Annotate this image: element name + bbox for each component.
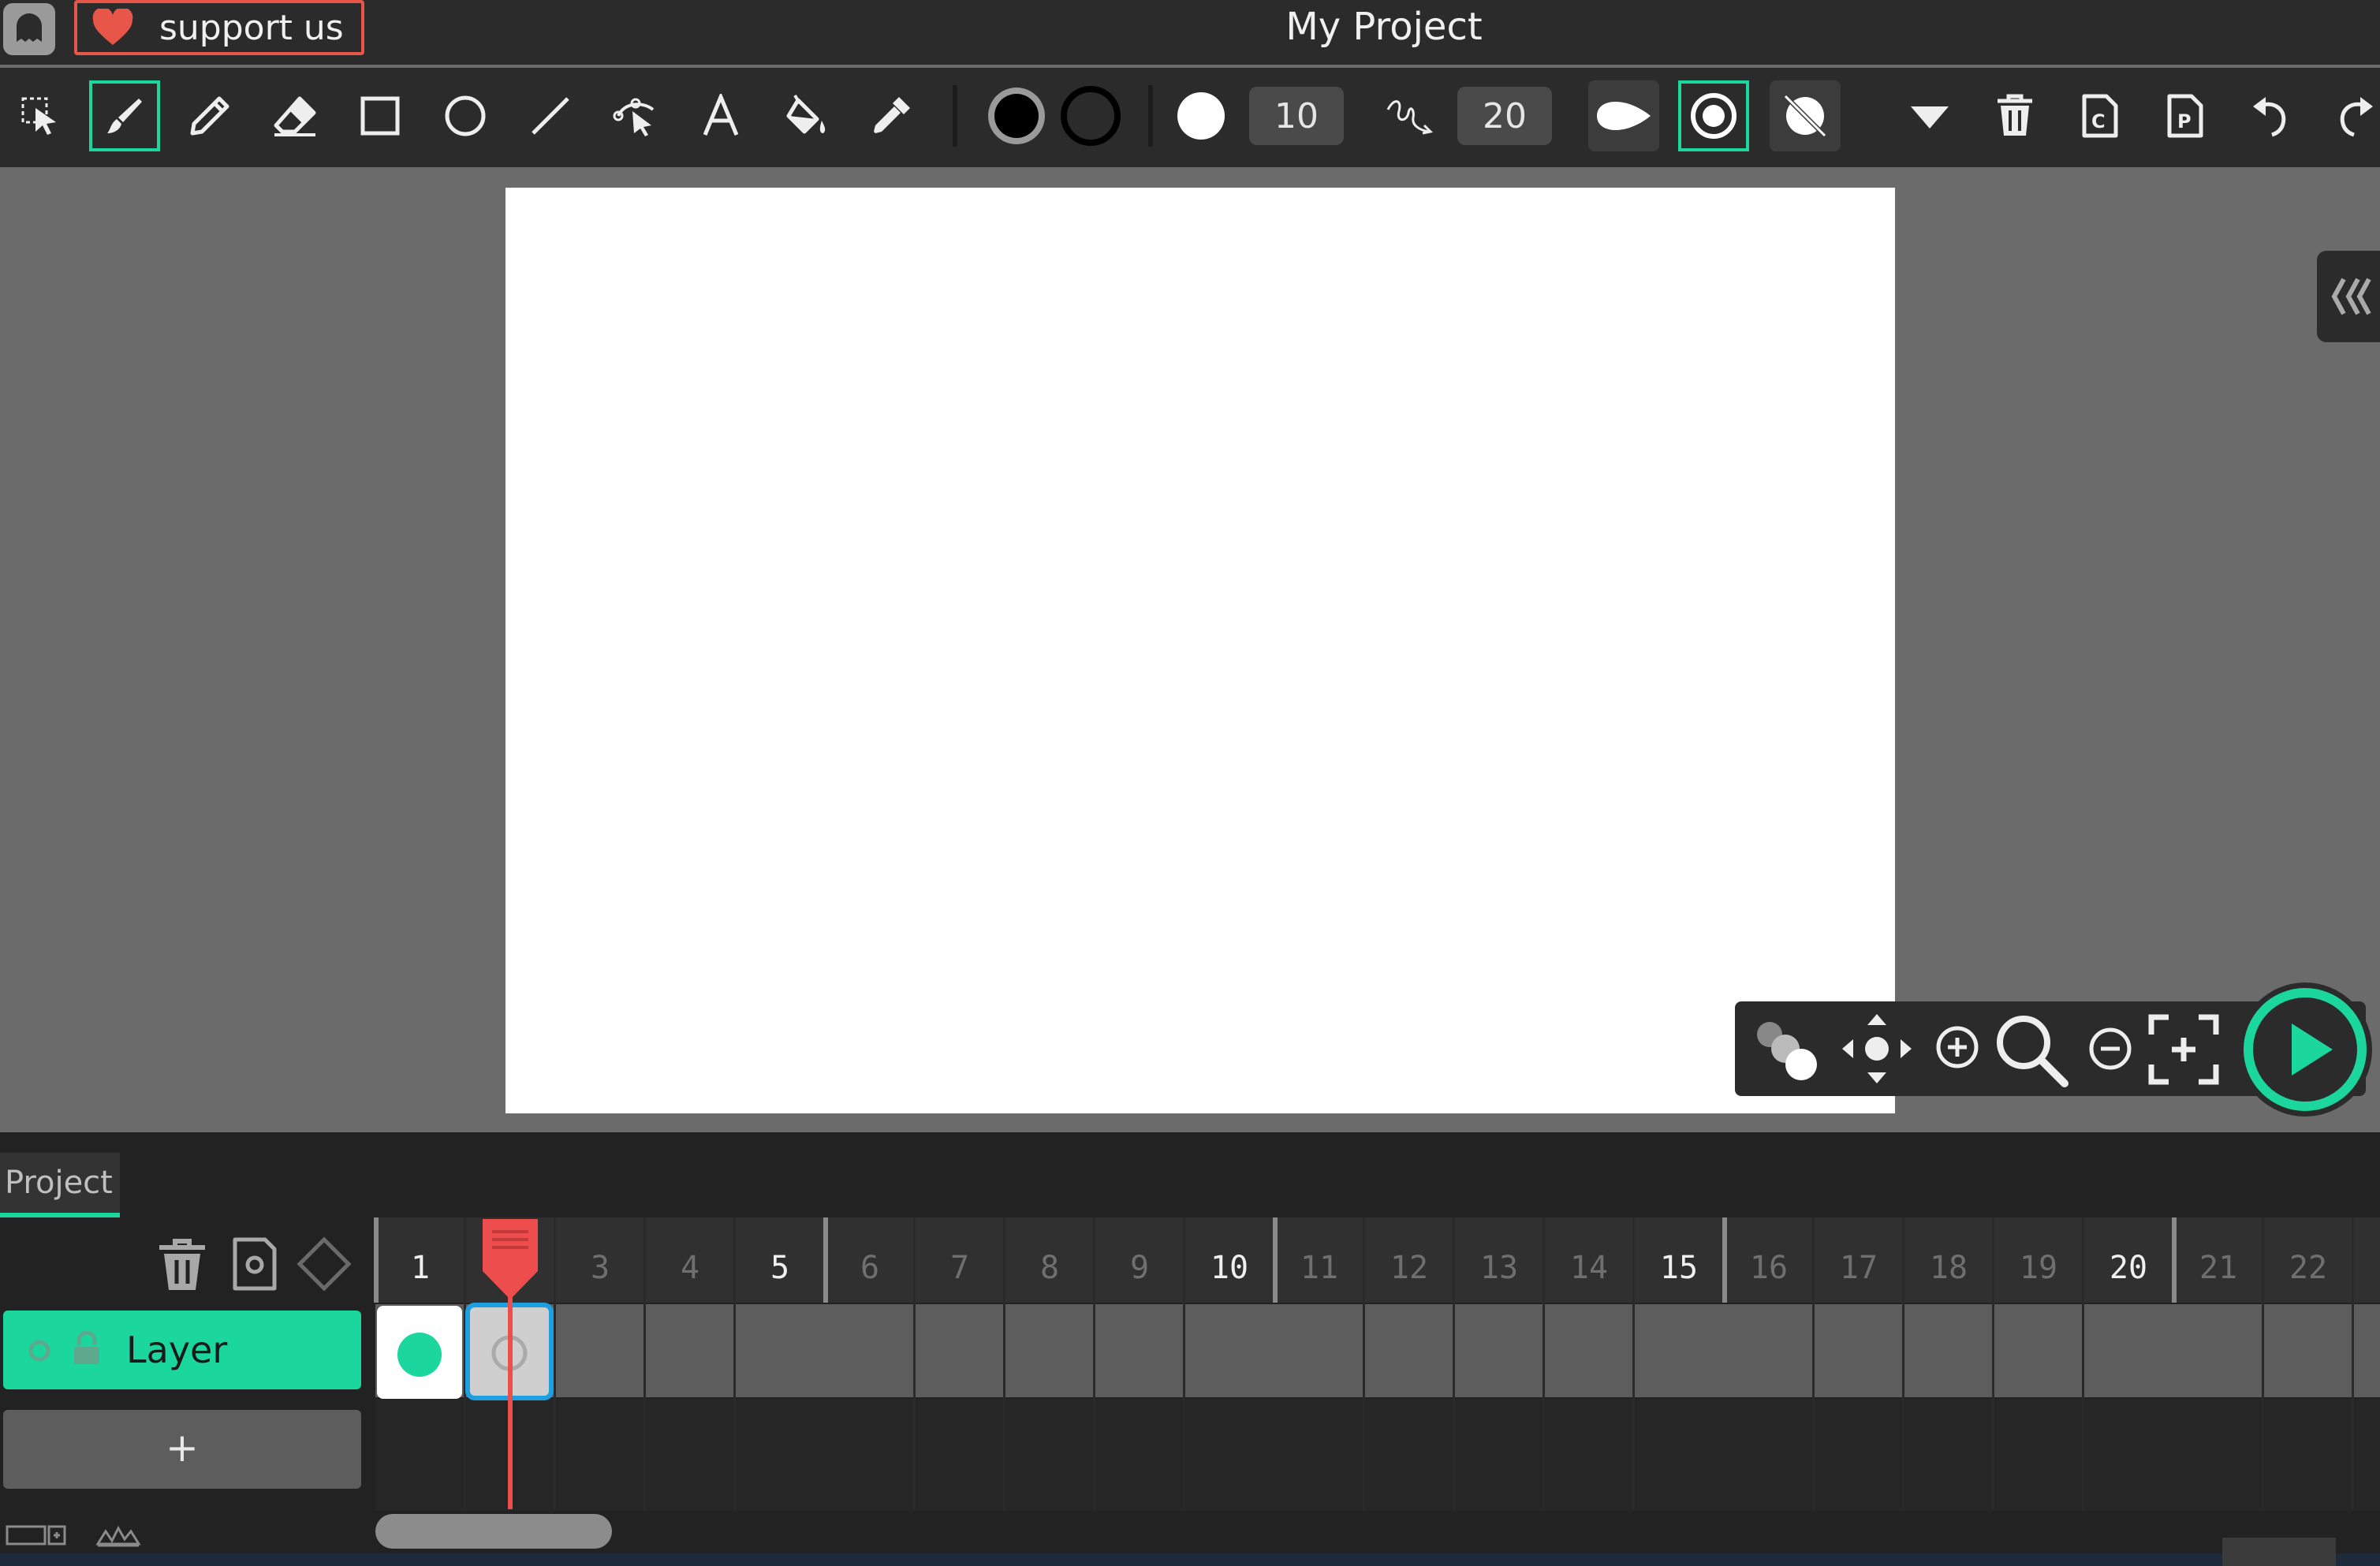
brush-tool-icon[interactable] (89, 80, 160, 151)
smoothing-icon (1374, 80, 1445, 151)
rectangle-tool-icon[interactable] (345, 80, 416, 151)
play-icon (2244, 988, 2367, 1111)
frame-number[interactable]: 4 (645, 1236, 735, 1511)
text-tool-icon[interactable] (685, 80, 756, 151)
heart-icon (91, 9, 134, 47)
pencil-tool-icon[interactable] (174, 80, 245, 151)
frame-number[interactable]: 13 (1454, 1236, 1544, 1511)
eyedropper-tool-icon[interactable] (856, 80, 927, 151)
path-edit-tool-icon[interactable] (600, 80, 671, 151)
layer-settings-icon[interactable] (226, 1235, 284, 1293)
smoothing-input[interactable]: 20 (1457, 87, 1552, 145)
zoom-icon[interactable] (1992, 1011, 2071, 1090)
timeline-view-icon[interactable] (5, 1522, 68, 1549)
line-tool-icon[interactable] (515, 80, 586, 151)
frame-number[interactable]: 6 (825, 1236, 915, 1511)
keyframe-1[interactable] (377, 1306, 462, 1399)
play-button[interactable] (2238, 982, 2372, 1117)
frame-number[interactable]: 17 (1814, 1236, 1904, 1511)
status-strip (0, 1553, 2380, 1566)
filled-keyframe-icon (397, 1333, 442, 1377)
brush-size-input[interactable]: 10 (1249, 87, 1344, 145)
timeline-grid: 12345678910111213141516171819202122 (374, 1217, 2380, 1511)
frame-number[interactable]: 10 (1184, 1236, 1274, 1511)
tab-project[interactable]: Project (0, 1153, 120, 1217)
layer-visibility-icon[interactable] (24, 1337, 55, 1364)
frame-number[interactable]: 8 (1005, 1236, 1095, 1511)
fit-screen-icon[interactable] (2147, 1012, 2221, 1087)
delete-layer-icon[interactable] (153, 1235, 211, 1293)
undo-icon[interactable] (2235, 80, 2306, 151)
eraser-tool-icon[interactable] (259, 80, 330, 151)
frame-number[interactable]: 5 (735, 1236, 825, 1511)
keyframe-diamond-icon[interactable] (295, 1235, 353, 1293)
drawing-canvas[interactable] (505, 188, 1895, 1113)
transform-tool-icon[interactable] (5, 80, 76, 151)
support-us-button[interactable]: support us (74, 0, 364, 55)
frame-number[interactable]: 18 (1904, 1236, 1994, 1511)
add-layer-button[interactable]: + (3, 1410, 361, 1489)
draw-behind-toggle-icon[interactable] (1678, 80, 1749, 151)
graph-view-icon[interactable] (95, 1522, 142, 1549)
frame-divider (374, 1217, 379, 1303)
frame-number[interactable]: 12 (1364, 1236, 1454, 1511)
frame-number[interactable]: 20 (2083, 1236, 2173, 1511)
zoom-out-icon[interactable] (2087, 1025, 2134, 1072)
main-toolbar: 10 20 C P (0, 68, 2380, 167)
frame-number[interactable]: 9 (1095, 1236, 1184, 1511)
brush-size-icon (1166, 80, 1237, 151)
frame-number[interactable]: 22 (2263, 1236, 2353, 1511)
frame-number[interactable]: 16 (1724, 1236, 1814, 1511)
fill-color-swatch[interactable] (981, 80, 1052, 151)
pan-icon[interactable] (1841, 1012, 1913, 1085)
ellipse-tool-icon[interactable] (430, 80, 501, 151)
toolbar-separator (953, 85, 957, 147)
more-options-icon[interactable] (1894, 80, 1965, 151)
fill-bucket-tool-icon[interactable] (770, 80, 841, 151)
pressure-toggle-icon[interactable] (1588, 80, 1659, 151)
svg-text:C: C (2091, 110, 2106, 132)
frame-number[interactable]: 19 (1994, 1236, 2083, 1511)
timeline-scrollbar[interactable] (375, 1514, 612, 1549)
layer-name[interactable]: Layer (126, 1311, 227, 1389)
toolbar-separator (1148, 85, 1153, 147)
onion-skin-icon[interactable] (1751, 1012, 1822, 1083)
frame-number[interactable]: 14 (1544, 1236, 1634, 1511)
layer-lock-icon[interactable] (71, 1331, 103, 1366)
status-strip-block (2222, 1538, 2336, 1566)
frame-number[interactable]: 3 (555, 1236, 645, 1511)
paste-icon[interactable]: P (2150, 80, 2221, 151)
frame-number[interactable]: 11 (1274, 1236, 1364, 1511)
svg-text:P: P (2177, 110, 2192, 132)
clip-toggle-icon[interactable] (1770, 80, 1841, 151)
stroke-color-swatch[interactable] (1055, 80, 1126, 151)
frame-number[interactable]: 7 (915, 1236, 1005, 1511)
redo-icon[interactable] (2320, 80, 2380, 151)
playhead-handle[interactable] (481, 1217, 539, 1299)
project-title[interactable]: My Project (1183, 0, 1585, 55)
copy-icon[interactable]: C (2065, 80, 2136, 151)
app-logo-icon[interactable] (3, 3, 55, 55)
double-chevron-left-icon (2331, 278, 2371, 315)
expand-panel-button[interactable] (2317, 251, 2380, 342)
frame-number[interactable]: 15 (1634, 1236, 1724, 1511)
zoom-in-icon[interactable] (1934, 1023, 1981, 1071)
delete-icon[interactable] (1979, 80, 2050, 151)
frame-number[interactable]: 21 (2173, 1236, 2263, 1511)
support-us-label: support us (159, 7, 344, 48)
